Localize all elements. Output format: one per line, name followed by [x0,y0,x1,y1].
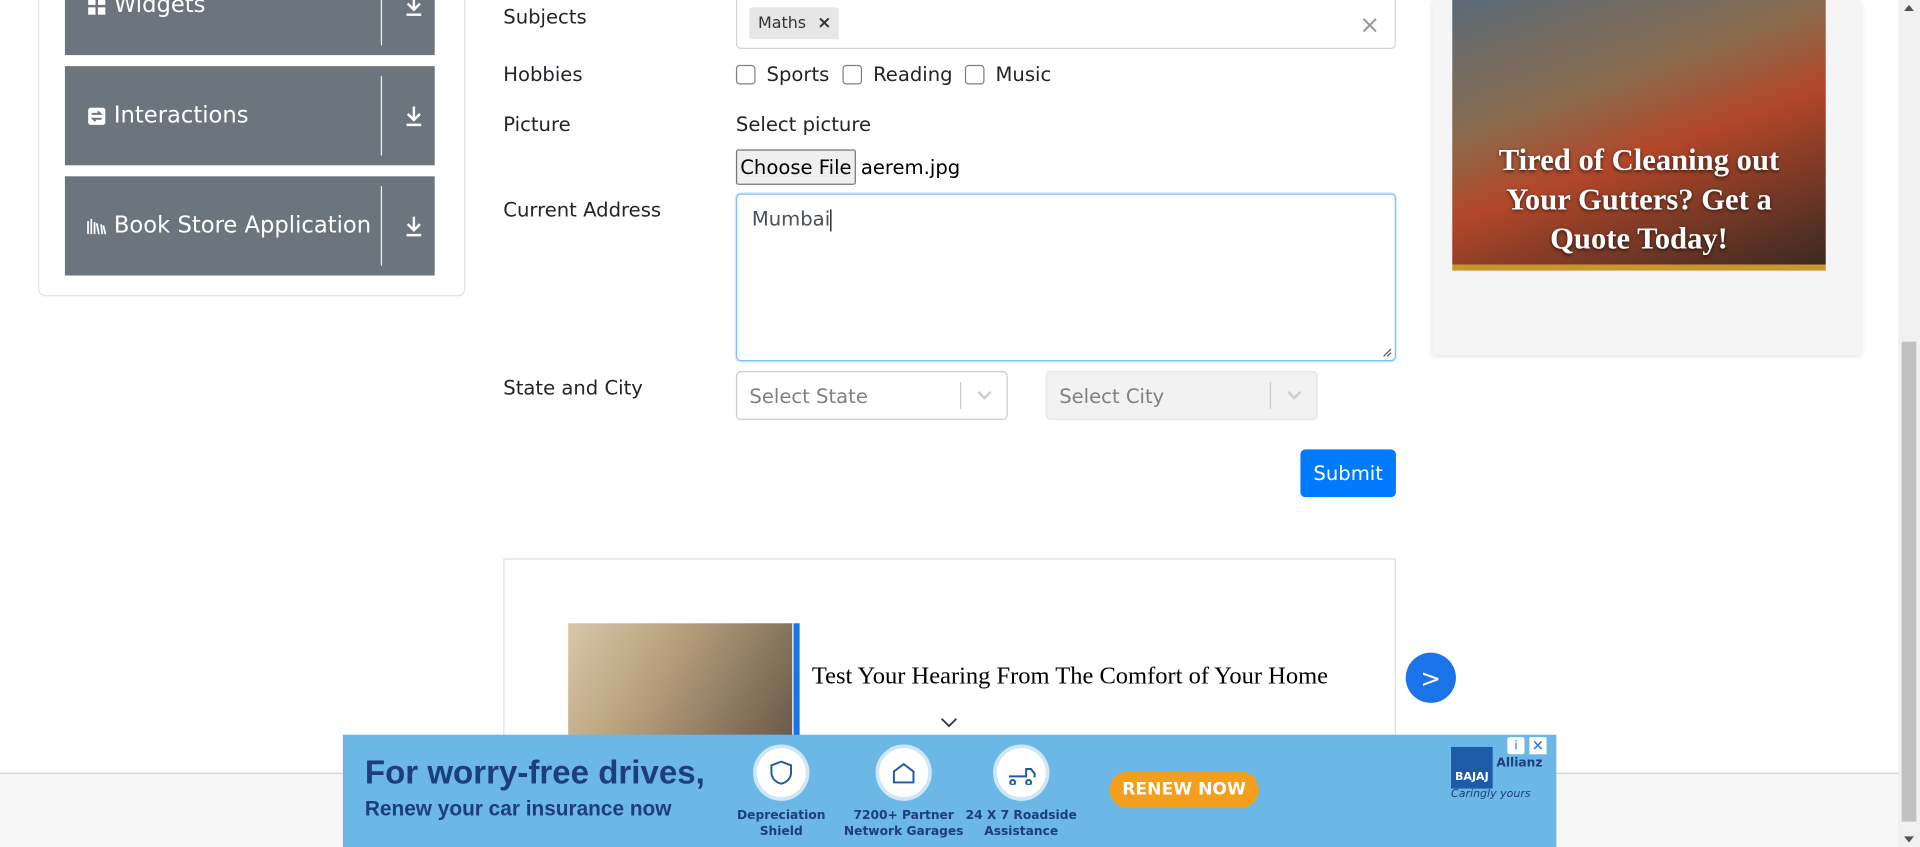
banner-feature: 7200+ Partner Network Garages [842,744,964,840]
banner-subtitle: Renew your car insurance now [364,797,672,821]
garage-icon [875,744,932,801]
ad-accent-bar [793,623,800,736]
feature-label: Depreciation Shield [736,809,826,839]
sidebar-group-widgets[interactable]: Widgets [64,0,435,56]
subject-chip-label: Maths [757,14,807,33]
page-scrollbar[interactable] [1897,0,1920,847]
chevron-down-icon[interactable] [1271,389,1316,401]
sports-checkbox[interactable] [735,64,756,84]
download-icon[interactable] [393,0,435,55]
ad-next-button[interactable]: > [1405,652,1456,703]
reading-checkbox[interactable] [842,64,863,84]
banner-feature: Depreciation Shield [720,744,842,840]
address-value: Mumbai [751,206,831,231]
feature-label: 24 X 7 Roadside Assistance [965,809,1077,839]
state-dropdown[interactable]: Select State [735,371,1008,421]
download-icon[interactable] [393,176,435,275]
feature-label: 7200+ Partner Network Garages [843,809,964,839]
download-icon[interactable] [393,66,435,165]
subject-chip: Maths × [749,7,839,40]
scroll-up-icon[interactable] [1904,4,1914,12]
divider [380,186,383,266]
hobby-label: Reading [873,62,953,86]
banner-title: For worry-free drives, [364,754,705,792]
hobby-reading[interactable]: Reading [842,62,953,86]
text-caret [830,208,832,231]
inline-ad[interactable]: Test Your Hearing From The Comfort of Yo… [503,558,1396,743]
selected-file-name: aerem.jpg [860,155,961,179]
resize-grip-icon[interactable] [1382,348,1392,358]
current-address-textarea[interactable]: Mumbai [735,193,1396,362]
interactions-icon [87,106,107,126]
subjects-input[interactable]: Maths × × [735,0,1396,49]
scroll-down-icon[interactable] [1904,836,1914,843]
shield-icon [753,744,810,801]
hobby-label: Music [995,62,1052,86]
divider [380,75,383,156]
banner-feature: 24 X 7 Roadside Assistance [960,744,1082,840]
ad-headline: Tired of Cleaning out Your Gutters? Get … [1498,144,1780,256]
renew-now-button[interactable]: RENEW NOW [1109,771,1259,809]
bajaj-logo: BAJAJ [1451,746,1493,789]
widgets-icon [87,0,107,15]
allianz-label: Allianz [1496,756,1543,771]
picture-label: Picture [503,112,571,136]
current-address-label: Current Address [503,198,662,222]
city-dropdown[interactable]: Select City [1045,371,1318,421]
hobby-sports[interactable]: Sports [735,62,830,86]
hobbies-label: Hobbies [503,62,583,86]
chevron-down-icon[interactable] [939,716,959,728]
sidebar-group-label: Book Store Application [113,213,372,239]
subjects-label: Subjects [503,4,587,29]
book-store-icon [87,216,107,236]
submit-button[interactable]: Submit [1300,449,1396,498]
chip-remove-icon[interactable]: × [817,13,831,33]
sidebar-group-interactions[interactable]: Interactions [64,66,435,166]
sidebar-group-label: Widgets [113,0,206,19]
select-picture-label: Select picture [735,112,872,136]
scrollbar-thumb[interactable] [1901,341,1917,822]
divider [380,0,383,46]
state-city-label: State and City [503,375,643,400]
sidebar-group-book-store[interactable]: Book Store Application [64,176,435,276]
state-placeholder: Select State [749,383,868,408]
chevron-down-icon[interactable] [961,389,1006,401]
hobby-music[interactable]: Music [964,62,1052,86]
bottom-banner-ad[interactable]: For worry-free drives, Renew your car in… [342,734,1557,847]
tow-truck-icon [993,744,1050,801]
choose-file-button[interactable]: Choose File [735,149,856,185]
ad-info-icon[interactable]: i [1507,737,1525,755]
ad-text: Test Your Hearing From The Comfort of Yo… [811,662,1329,690]
ad-close-icon[interactable]: ✕ [1529,737,1547,755]
brand-tagline: Caringly yours [1451,788,1531,801]
right-ad[interactable]: Tired of Cleaning out Your Gutters? Get … [1432,0,1862,356]
ad-image [568,623,793,736]
city-placeholder: Select City [1059,383,1165,408]
music-checkbox[interactable] [964,64,985,84]
clear-subjects-icon[interactable]: × [1359,10,1380,39]
ad-photo: Tired of Cleaning out Your Gutters? Get … [1452,0,1826,271]
hobby-label: Sports [766,62,830,86]
sidebar-group-label: Interactions [113,102,249,129]
